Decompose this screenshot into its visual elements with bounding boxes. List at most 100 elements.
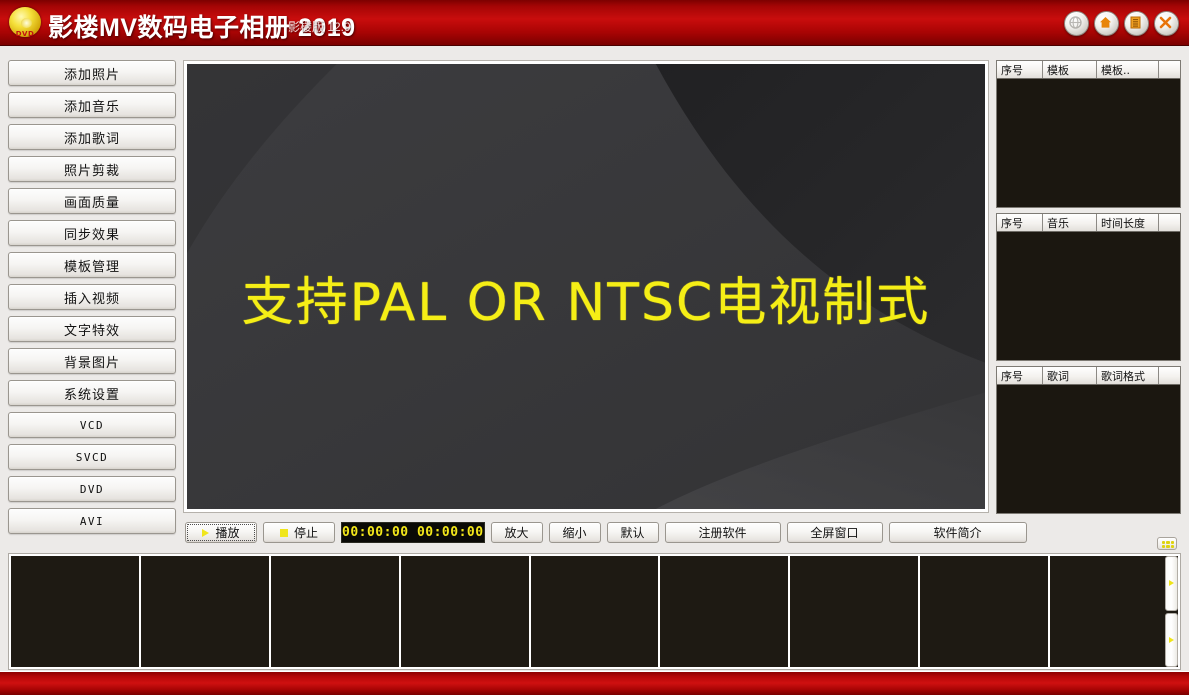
- scroll-arrow-icon: [1169, 580, 1174, 587]
- disc-hole: [21, 18, 32, 28]
- thumbnail-strip-panel: [8, 553, 1181, 670]
- window-controls: [1064, 11, 1179, 36]
- music-panel: 序号 音乐 时间长度: [996, 213, 1181, 361]
- panel-list-body[interactable]: [997, 385, 1180, 513]
- sidebar-item-label: 同步效果: [63, 227, 120, 243]
- application-window: DVD 影楼MV数码电子相册 2019 影楼版 12.9 添加照片 添加音乐 添…: [0, 0, 1189, 695]
- column-header[interactable]: 序号: [997, 214, 1043, 231]
- sidebar-item-label: AVI: [79, 514, 105, 528]
- default-button[interactable]: 默认: [606, 522, 659, 543]
- zoom-in-button[interactable]: 放大: [490, 522, 543, 543]
- menu-button[interactable]: [1124, 11, 1149, 36]
- title-bar: DVD 影楼MV数码电子相册 2019 影楼版 12.9: [0, 0, 1189, 46]
- stop-square-icon: [279, 528, 288, 537]
- scroll-arrow-icon: [1169, 636, 1174, 643]
- home-icon: [1100, 17, 1111, 28]
- scroll-up-segment[interactable]: [1165, 556, 1178, 611]
- strip-scrollbar[interactable]: [1165, 556, 1178, 667]
- grip-dots-icon: [1162, 541, 1174, 548]
- lyrics-panel: 序号 歌词 歌词格式: [996, 366, 1181, 514]
- sidebar-item-label: 插入视频: [63, 291, 120, 307]
- column-header[interactable]: 歌词格式: [1097, 367, 1159, 384]
- sidebar-item-6[interactable]: 模板管理: [8, 252, 176, 278]
- column-header[interactable]: 歌词: [1043, 367, 1097, 384]
- stop-label: 停止: [293, 526, 318, 540]
- column-header[interactable]: 音乐: [1043, 214, 1097, 231]
- register-software-button[interactable]: 注册软件: [664, 522, 781, 543]
- sidebar-item-label: DVD: [79, 482, 105, 496]
- app-logo: DVD: [7, 5, 43, 41]
- sidebar-item-14[interactable]: AVI: [8, 508, 176, 534]
- sidebar-item-13[interactable]: DVD: [8, 476, 176, 502]
- scroll-down-segment[interactable]: [1165, 612, 1178, 667]
- sidebar-item-9[interactable]: 背景图片: [8, 348, 176, 374]
- fullscreen-button[interactable]: 全屏窗口: [786, 522, 883, 543]
- sidebar-item-5[interactable]: 同步效果: [8, 220, 176, 246]
- thumbnail-slot[interactable]: [400, 556, 529, 667]
- close-button[interactable]: [1154, 11, 1179, 36]
- sidebar-item-4[interactable]: 画面质量: [8, 188, 176, 214]
- column-header[interactable]: 模板: [1043, 61, 1097, 78]
- panel-list-body[interactable]: [997, 79, 1180, 207]
- sidebar-item-7[interactable]: 插入视频: [8, 284, 176, 310]
- column-header[interactable]: 时间长度: [1097, 214, 1159, 231]
- sidebar-item-2[interactable]: 添加歌词: [8, 124, 176, 150]
- thumbnail-slot[interactable]: [140, 556, 269, 667]
- panel-header: 序号 音乐 时间长度: [997, 214, 1180, 232]
- sidebar-item-11[interactable]: VCD: [8, 412, 176, 438]
- sidebar-item-label: 模板管理: [63, 259, 120, 275]
- panel-list-body[interactable]: [997, 232, 1180, 360]
- sidebar-item-label: 添加歌词: [63, 131, 120, 147]
- sidebar-item-label: SVCD: [75, 450, 109, 464]
- home-button[interactable]: [1094, 11, 1119, 36]
- preview-overlay-text: 支持PAL OR NTSC电视制式: [241, 273, 931, 333]
- thumbnail-slot[interactable]: [530, 556, 659, 667]
- sidebar-item-label: 背景图片: [63, 355, 120, 371]
- column-header-filler: [1159, 367, 1180, 384]
- video-preview[interactable]: 支持PAL OR NTSC电视制式: [187, 64, 985, 509]
- thumbnail-slot[interactable]: [790, 556, 919, 667]
- play-button[interactable]: 播放: [185, 522, 257, 543]
- panel-header: 序号 模板 模板..: [997, 61, 1180, 79]
- sidebar-item-0[interactable]: 添加照片: [8, 60, 176, 86]
- column-header-filler: [1159, 214, 1180, 231]
- thumbnail-slot[interactable]: [920, 556, 1049, 667]
- sidebar: 添加照片添加音乐添加歌词照片剪裁画面质量同步效果模板管理插入视频文字特效背景图片…: [8, 60, 176, 540]
- sidebar-item-8[interactable]: 文字特效: [8, 316, 176, 342]
- globe-icon: [1069, 16, 1082, 29]
- sidebar-item-3[interactable]: 照片剪裁: [8, 156, 176, 182]
- column-header[interactable]: 序号: [997, 367, 1043, 384]
- timecode-display: 00:00:00 00:00:00: [341, 522, 485, 543]
- strip-grip-button[interactable]: [1157, 537, 1177, 550]
- document-list-icon: [1130, 16, 1141, 29]
- template-panel: 序号 模板 模板..: [996, 60, 1181, 208]
- sidebar-item-10[interactable]: 系统设置: [8, 380, 176, 406]
- sidebar-item-label: 添加照片: [63, 67, 120, 83]
- column-header-filler: [1159, 61, 1180, 78]
- column-header[interactable]: 模板..: [1097, 61, 1159, 78]
- stop-button[interactable]: 停止: [263, 522, 335, 543]
- thumbnail-slot[interactable]: [11, 556, 139, 667]
- about-software-button[interactable]: 软件简介: [888, 522, 1027, 543]
- preview-panel: 支持PAL OR NTSC电视制式: [183, 60, 989, 513]
- close-x-icon: [1159, 16, 1172, 29]
- thumbnail-slot[interactable]: [270, 556, 399, 667]
- app-version: 影楼版 12.9: [288, 20, 351, 34]
- sidebar-item-label: VCD: [79, 418, 105, 432]
- thumbnail-slot[interactable]: [660, 556, 789, 667]
- thumbnail-slot[interactable]: [1050, 556, 1178, 667]
- sidebar-item-label: 添加音乐: [63, 99, 120, 115]
- play-label: 播放: [215, 526, 240, 540]
- sidebar-item-label: 照片剪裁: [63, 163, 120, 179]
- play-triangle-icon: [202, 528, 210, 537]
- minimize-button[interactable]: [1064, 11, 1089, 36]
- column-header[interactable]: 序号: [997, 61, 1043, 78]
- zoom-out-button[interactable]: 缩小: [548, 522, 601, 543]
- sidebar-item-label: 画面质量: [63, 195, 120, 211]
- sidebar-item-1[interactable]: 添加音乐: [8, 92, 176, 118]
- footer-bar: [0, 671, 1189, 695]
- logo-text: DVD: [15, 30, 35, 38]
- sidebar-item-12[interactable]: SVCD: [8, 444, 176, 470]
- panel-header: 序号 歌词 歌词格式: [997, 367, 1180, 385]
- thumbnail-strip: [11, 556, 1178, 667]
